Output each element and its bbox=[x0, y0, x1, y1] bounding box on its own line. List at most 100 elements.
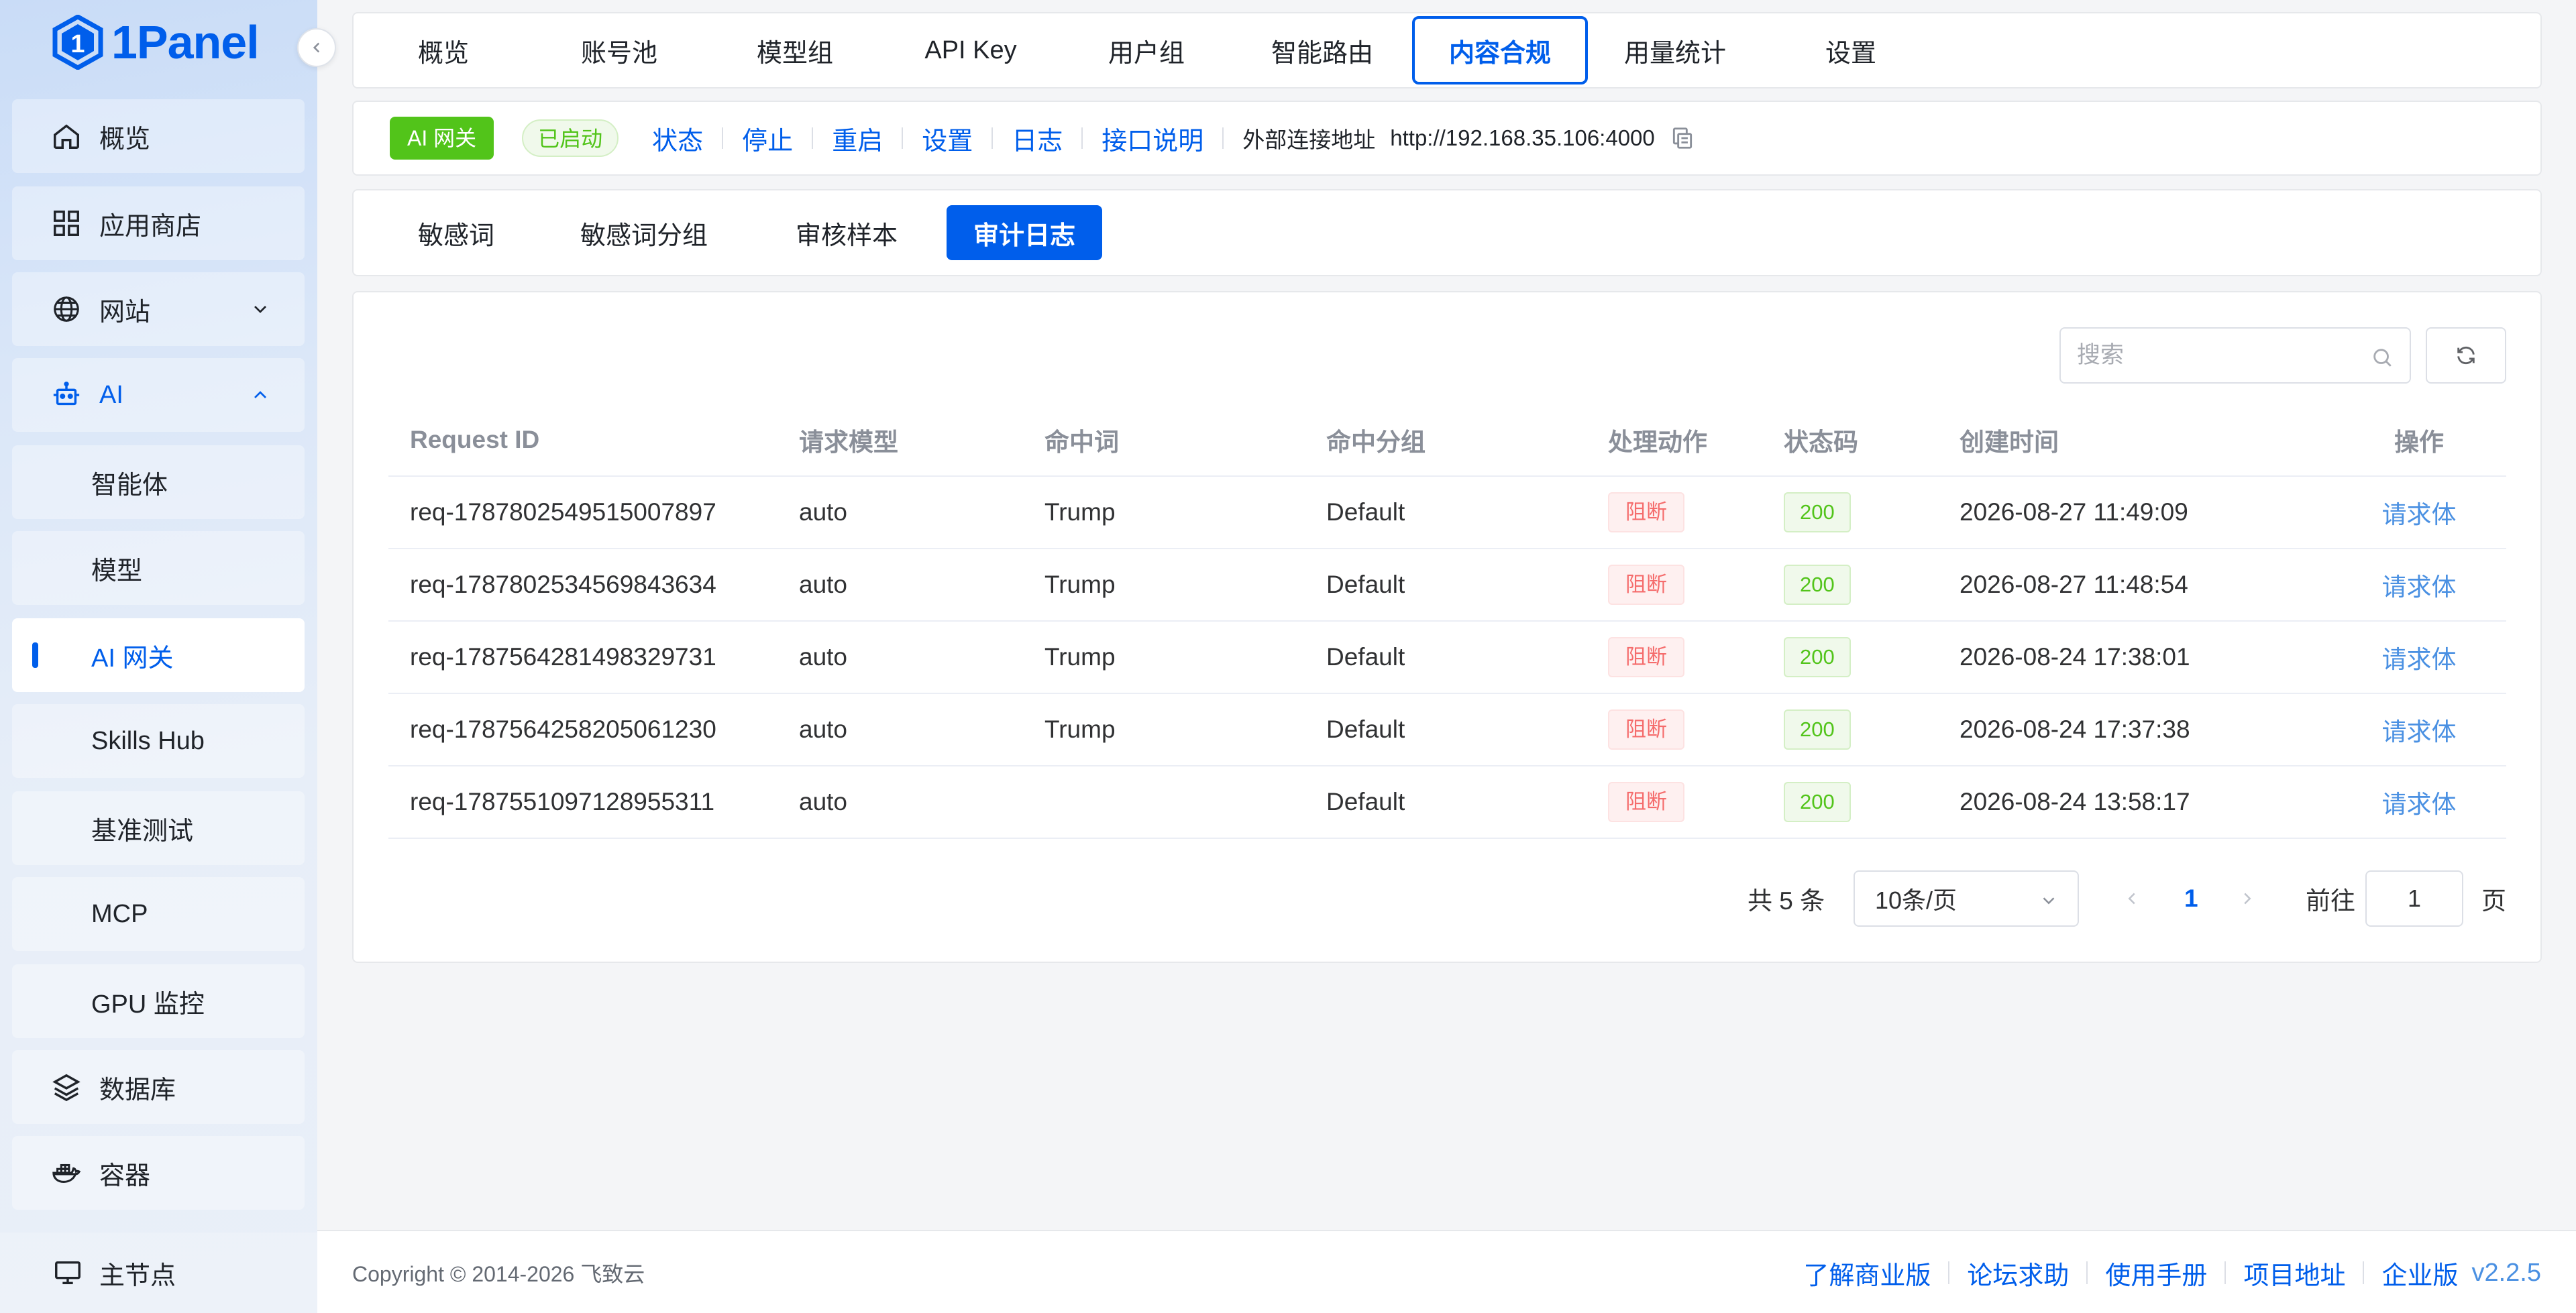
operation-cell: 请求体 bbox=[2332, 549, 2506, 622]
sidebar-item-benchmark[interactable]: 基准测试 bbox=[12, 791, 305, 865]
column-header: 创建时间 bbox=[1938, 404, 2332, 477]
next-page-button[interactable] bbox=[2237, 870, 2257, 927]
sidebar-item-skills-hub[interactable]: Skills Hub bbox=[12, 704, 305, 778]
status-cell: 200 bbox=[1762, 549, 1938, 622]
tab-usage-stats[interactable]: 用量统计 bbox=[1599, 16, 1752, 84]
sidebar-item-overview[interactable]: 概览 bbox=[12, 99, 305, 173]
created-time-cell: 2026-08-24 17:37:38 bbox=[1938, 693, 2332, 766]
sidebar-item-label: 容器 bbox=[99, 1161, 151, 1190]
hit-word-cell: Trump bbox=[1023, 549, 1305, 622]
tab-audit-log[interactable]: 审计日志 bbox=[947, 205, 1102, 260]
page-number-current[interactable]: 1 bbox=[2184, 870, 2198, 927]
sidebar-item-app-store[interactable]: 应用商店 bbox=[12, 186, 305, 260]
tab-overview[interactable]: 概览 bbox=[367, 16, 520, 84]
request-id-cell: req-1787802534569843634 bbox=[388, 549, 777, 622]
tab-model-group[interactable]: 模型组 bbox=[718, 16, 871, 84]
collapse-sidebar-button[interactable] bbox=[297, 28, 336, 67]
operation-cell: 请求体 bbox=[2332, 476, 2506, 549]
request-body-link[interactable]: 请求体 bbox=[2382, 791, 2457, 818]
request-body-link[interactable]: 请求体 bbox=[2382, 573, 2457, 601]
sidebar-item-agents[interactable]: 智能体 bbox=[12, 445, 305, 519]
status-cell: 200 bbox=[1762, 693, 1938, 766]
hit-group-cell: Default bbox=[1305, 476, 1587, 549]
divider bbox=[2363, 1261, 2365, 1284]
request-body-link[interactable]: 请求体 bbox=[2382, 646, 2457, 673]
sidebar-item-label: 智能体 bbox=[91, 471, 168, 500]
divider bbox=[1948, 1261, 1950, 1284]
chevron-down-icon bbox=[254, 306, 266, 313]
node-switcher[interactable]: 主节点 bbox=[0, 1233, 317, 1313]
goto-page-input[interactable] bbox=[2365, 870, 2463, 927]
sidebar-item-mcp[interactable]: MCP bbox=[12, 877, 305, 951]
refresh-button[interactable] bbox=[2426, 327, 2506, 384]
action-tag: 阻断 bbox=[1608, 565, 1684, 605]
layers-icon bbox=[52, 1074, 80, 1102]
chevron-left-icon bbox=[313, 42, 320, 53]
prev-page-button[interactable] bbox=[2122, 870, 2142, 927]
search-input[interactable] bbox=[2077, 338, 2359, 373]
status-cell: 200 bbox=[1762, 621, 1938, 694]
status-badge: 已启动 bbox=[522, 119, 619, 157]
tab-sensitive-words[interactable]: 敏感词 bbox=[383, 205, 529, 260]
footer-link-manual[interactable]: 使用手册 bbox=[2105, 1255, 2207, 1292]
footer-link-forum[interactable]: 论坛求助 bbox=[1967, 1255, 2069, 1292]
footer-links: 了解商业版 论坛求助 使用手册 项目地址 企业版 v2.2.5 bbox=[1803, 1231, 2541, 1313]
footer-link-project[interactable]: 项目地址 bbox=[2243, 1255, 2345, 1292]
page-size-select[interactable]: 10条/页 bbox=[1854, 870, 2079, 927]
request-id-cell: req-1787551097128955311 bbox=[388, 766, 777, 839]
request-body-link[interactable]: 请求体 bbox=[2382, 501, 2457, 528]
app-status-bar: AI 网关 已启动 状态 停止 重启 设置 日志 接口说明 外部连接地址 htt… bbox=[352, 101, 2542, 176]
tab-account-pool[interactable]: 账号池 bbox=[543, 16, 696, 84]
logs-button[interactable]: 日志 bbox=[1012, 120, 1063, 157]
column-header: 操作 bbox=[2332, 404, 2506, 477]
status-button[interactable]: 状态 bbox=[652, 120, 703, 157]
settings-button[interactable]: 设置 bbox=[922, 120, 973, 157]
divider bbox=[991, 127, 994, 149]
tab-smart-routing[interactable]: 智能路由 bbox=[1246, 16, 1399, 84]
sidebar-item-models[interactable]: 模型 bbox=[12, 531, 305, 605]
tab-settings[interactable]: 设置 bbox=[1774, 16, 1927, 84]
table-header-row: Request ID 请求模型 命中词 命中分组 处理动作 状态码 创建时间 操… bbox=[388, 404, 2506, 477]
status-code-tag: 200 bbox=[1784, 492, 1851, 532]
footer-link-commercial[interactable]: 了解商业版 bbox=[1803, 1255, 1931, 1292]
sidebar-item-label: 模型 bbox=[91, 557, 143, 585]
globe-icon bbox=[54, 296, 79, 322]
divider bbox=[2224, 1261, 2226, 1284]
sidebar-item-database[interactable]: 数据库 bbox=[12, 1050, 305, 1124]
tab-content-compliance[interactable]: 内容合规 bbox=[1412, 16, 1588, 84]
request-body-link[interactable]: 请求体 bbox=[2382, 718, 2457, 746]
sidebar-item-label: MCP bbox=[91, 899, 148, 928]
logo-text: 1Panel bbox=[111, 16, 260, 68]
action-tag: 阻断 bbox=[1608, 782, 1684, 822]
action-cell: 阻断 bbox=[1587, 621, 1762, 694]
stop-button[interactable]: 停止 bbox=[742, 120, 793, 157]
logo[interactable]: 1 1Panel bbox=[52, 12, 260, 72]
api-docs-button[interactable]: 接口说明 bbox=[1102, 120, 1203, 157]
action-cell: 阻断 bbox=[1587, 549, 1762, 622]
sidebar-item-ai[interactable]: AI bbox=[12, 358, 305, 432]
docker-icon bbox=[52, 1163, 81, 1183]
request-id-cell: req-1787564281498329731 bbox=[388, 621, 777, 694]
footer-link-enterprise[interactable]: 企业版 bbox=[2381, 1255, 2458, 1292]
sidebar-item-label: 数据库 bbox=[99, 1076, 176, 1104]
tab-review-samples[interactable]: 审核样本 bbox=[759, 205, 934, 260]
sidebar-item-website[interactable]: 网站 bbox=[12, 272, 305, 346]
tab-user-group[interactable]: 用户组 bbox=[1070, 16, 1223, 84]
search-icon[interactable] bbox=[2371, 346, 2394, 369]
column-header: Request ID bbox=[388, 404, 777, 477]
tab-api-key[interactable]: API Key bbox=[894, 16, 1047, 84]
sidebar-item-gpu-monitor[interactable]: GPU 监控 bbox=[12, 964, 305, 1038]
hit-group-cell: Default bbox=[1305, 693, 1587, 766]
hit-group-cell: Default bbox=[1305, 621, 1587, 694]
model-cell: auto bbox=[777, 549, 1023, 622]
hit-group-cell: Default bbox=[1305, 549, 1587, 622]
copy-icon[interactable] bbox=[1670, 125, 1695, 151]
divider bbox=[902, 127, 904, 149]
sidebar-item-ai-gateway[interactable]: AI 网关 bbox=[12, 618, 305, 692]
restart-button[interactable]: 重启 bbox=[832, 120, 883, 157]
status-code-tag: 200 bbox=[1784, 565, 1851, 605]
sidebar-item-container[interactable]: 容器 bbox=[12, 1136, 305, 1210]
column-header: 状态码 bbox=[1762, 404, 1938, 477]
tab-sensitive-word-groups[interactable]: 敏感词分组 bbox=[556, 205, 732, 260]
sidebar-item-label: GPU 监控 bbox=[91, 990, 205, 1019]
